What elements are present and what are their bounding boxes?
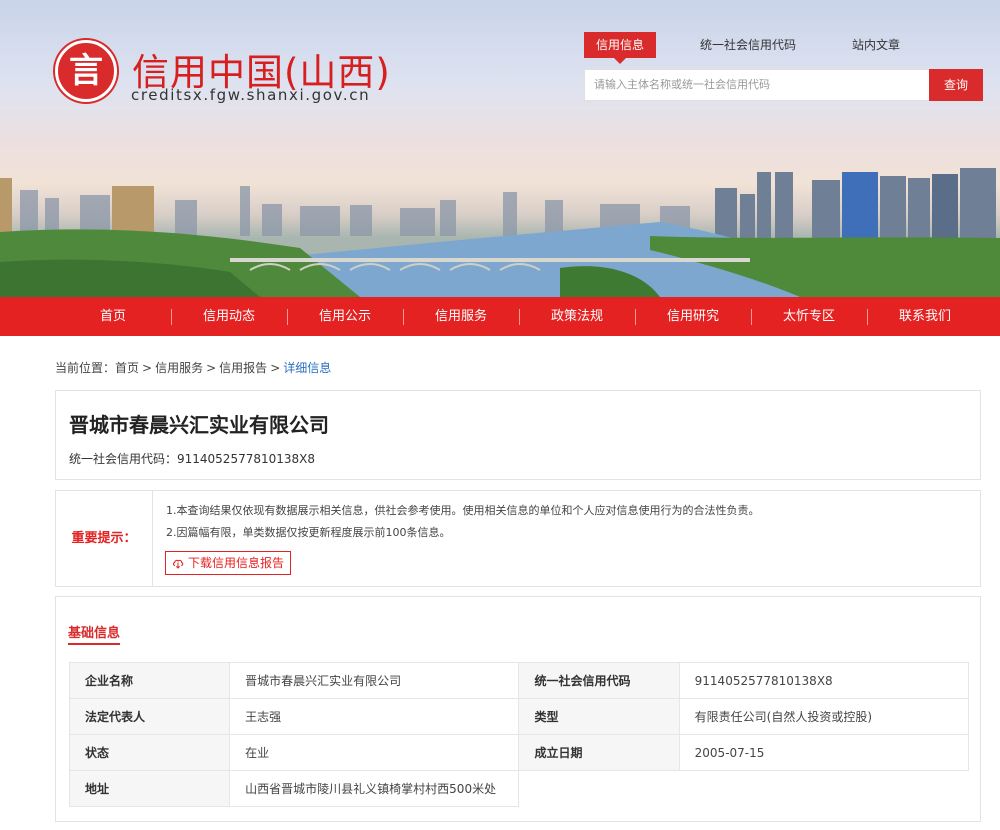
field-label: 地址 <box>68 770 231 807</box>
site-logo-icon[interactable]: 言 <box>55 40 117 102</box>
table-row: 地址 山西省晋城市陵川县礼义镇椅掌村村西500米处 <box>68 770 969 807</box>
table-row: 状态 在业 成立日期 2005-07-15 <box>68 734 970 771</box>
nav-item-policy[interactable]: 政策法规 <box>519 297 635 336</box>
search-tab-articles[interactable]: 站内文章 <box>840 32 912 58</box>
company-card: 晋城市春晨兴汇实业有限公司 统一社会信用代码：9114052577810138X… <box>55 390 981 480</box>
notice-line: 2.因篇幅有限，单类数据仅按更新程度展示前100条信息。 <box>166 526 451 539</box>
download-report-label: 下载信用信息报告 <box>188 556 285 570</box>
table-row: 法定代表人 王志强 类型 有限责任公司(自然人投资或控股) <box>68 698 970 735</box>
site-domain: creditsx.fgw.shanxi.gov.cn <box>131 86 371 104</box>
field-value: 有限责任公司(自然人投资或控股) <box>678 698 970 735</box>
search-tab-credit-info[interactable]: 信用信息 <box>584 32 657 64</box>
basic-info-table: 企业名称 晋城市春晨兴汇实业有限公司 统一社会信用代码 911405257781… <box>68 662 970 807</box>
empty-cell <box>519 771 969 807</box>
field-label: 企业名称 <box>68 662 231 699</box>
main-nav: 首页 信用动态 信用公示 信用服务 政策法规 信用研究 太忻专区 联系我们 <box>0 297 1000 336</box>
field-label: 状态 <box>68 734 231 771</box>
company-credit-code: 统一社会信用代码：9114052577810138X8 <box>69 452 316 466</box>
breadcrumb-home[interactable]: 首页 <box>115 361 139 375</box>
nav-item-contact[interactable]: 联系我们 <box>867 297 983 336</box>
nav-item-home[interactable]: 首页 <box>55 297 171 336</box>
breadcrumb-services[interactable]: 信用服务 <box>155 361 203 375</box>
field-label: 统一社会信用代码 <box>518 662 680 699</box>
table-row: 企业名称 晋城市春晨兴汇实业有限公司 统一社会信用代码 911405257781… <box>68 662 970 699</box>
breadcrumb-current: 详细信息 <box>283 361 332 375</box>
notice-card: 重要提示： 1.本查询结果仅依现有数据展示相关信息，供社会参考使用。使用相关信息… <box>55 490 981 587</box>
nav-item-research[interactable]: 信用研究 <box>635 297 751 336</box>
field-value: 9114052577810138X8 <box>678 662 970 699</box>
search-tabs: 信用信息 统一社会信用代码 站内文章 <box>584 32 944 64</box>
basic-info-card: 基础信息 企业名称 晋城市春晨兴汇实业有限公司 统一社会信用代码 9114052… <box>55 596 981 822</box>
field-label: 成立日期 <box>518 734 680 771</box>
company-name: 晋城市春晨兴汇实业有限公司 <box>69 413 329 437</box>
nav-item-services[interactable]: 信用服务 <box>403 297 519 336</box>
breadcrumb-separator: > <box>270 361 281 375</box>
breadcrumb-separator: > <box>206 361 217 375</box>
nav-item-publicity[interactable]: 信用公示 <box>287 297 403 336</box>
download-report-button[interactable]: 下载信用信息报告 <box>165 551 291 575</box>
search-tab-credit-code[interactable]: 统一社会信用代码 <box>688 32 808 58</box>
breadcrumb: 当前位置：首页 > 信用服务 > 信用报告 > 详细信息 <box>55 359 331 376</box>
basic-info-underline <box>68 643 120 645</box>
field-value: 山西省晋城市陵川县礼义镇椅掌村村西500米处 <box>229 770 520 807</box>
nav-item-taixin[interactable]: 太忻专区 <box>751 297 867 336</box>
field-label: 法定代表人 <box>68 698 231 735</box>
field-value: 在业 <box>229 734 520 771</box>
field-value: 王志强 <box>229 698 520 735</box>
field-label: 类型 <box>518 698 680 735</box>
basic-info-title: 基础信息 <box>68 626 121 641</box>
logo-glyph: 言 <box>69 51 103 91</box>
cloud-download-icon <box>172 559 184 569</box>
nav-item-news[interactable]: 信用动态 <box>171 297 287 336</box>
notice-label: 重要提示： <box>56 491 153 586</box>
search-button[interactable]: 查询 <box>929 69 983 101</box>
field-value: 2005-07-15 <box>678 734 970 771</box>
header-banner: 言 信用中国(山西) creditsx.fgw.shanxi.gov.cn 信用… <box>0 0 1000 297</box>
notice-line: 1.本查询结果仅依现有数据展示相关信息，供社会参考使用。使用相关信息的单位和个人… <box>166 504 760 517</box>
breadcrumb-separator: > <box>142 361 153 375</box>
search-input[interactable]: 请输入主体名称或统一社会信用代码 <box>584 69 930 101</box>
field-value: 晋城市春晨兴汇实业有限公司 <box>229 662 520 699</box>
breadcrumb-prefix: 当前位置： <box>55 361 116 375</box>
breadcrumb-report[interactable]: 信用报告 <box>219 361 267 375</box>
